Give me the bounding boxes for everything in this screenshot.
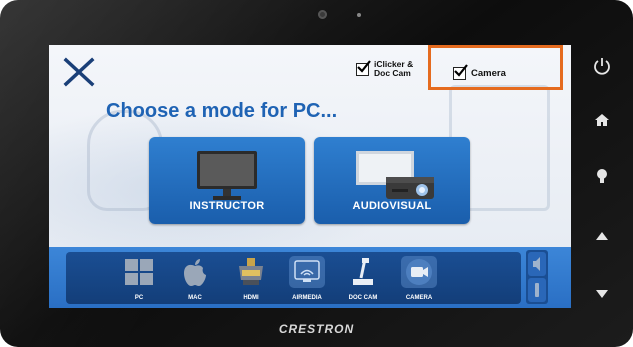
- source-list: PC MAC HDMI AIRMEDIA DOC CAM CAMERA: [66, 252, 521, 304]
- instructor-mode-button[interactable]: INSTRUCTOR: [149, 137, 305, 224]
- source-doc-cam-button[interactable]: DOC CAM: [340, 252, 386, 304]
- video-camera-icon: [401, 256, 437, 288]
- source-hdmi-button[interactable]: HDMI: [228, 252, 274, 304]
- power-icon: [594, 58, 610, 75]
- source-camera-button[interactable]: CAMERA: [396, 252, 442, 304]
- camera-checkbox-highlight: [428, 45, 563, 90]
- mode-label: INSTRUCTOR: [189, 200, 265, 212]
- volume-down-button[interactable]: [528, 278, 546, 302]
- source-label: HDMI: [243, 295, 259, 301]
- mode-label: AUDIOVISUAL: [352, 200, 432, 212]
- apple-icon: [177, 256, 213, 288]
- volume-up-button[interactable]: [528, 252, 546, 276]
- crestron-touch-panel: iClicker & Doc Cam Camera Choose a mode …: [0, 0, 633, 347]
- arrow-down-icon: [596, 290, 608, 298]
- page-title: Choose a mode for PC...: [106, 100, 338, 122]
- projector-icon: [356, 151, 434, 199]
- source-pc-button[interactable]: PC: [116, 252, 162, 304]
- source-label: AIRMEDIA: [292, 295, 322, 301]
- lights-button[interactable]: [592, 166, 612, 186]
- source-label: PC: [134, 295, 144, 301]
- source-label: MAC: [188, 295, 202, 301]
- close-icon[interactable]: [62, 55, 96, 89]
- light-sensor: [357, 13, 361, 17]
- volume-up-icon: [533, 257, 540, 271]
- checkmark-icon: [356, 59, 371, 76]
- home-icon: [595, 114, 609, 126]
- volume-control: [526, 250, 548, 304]
- monitor-icon: [197, 151, 257, 200]
- up-button[interactable]: [592, 226, 612, 246]
- lightbulb-icon: [597, 169, 607, 183]
- source-tray: PC MAC HDMI AIRMEDIA DOC CAM CAMERA: [49, 247, 571, 308]
- arrow-up-icon: [596, 232, 608, 240]
- front-camera: [318, 10, 327, 19]
- source-label: CAMERA: [405, 295, 433, 301]
- airmedia-icon: [289, 256, 325, 288]
- volume-down-icon: [535, 283, 539, 297]
- power-button[interactable]: [592, 56, 612, 76]
- windows-icon: [121, 256, 157, 288]
- hdmi-icon: [233, 256, 269, 288]
- checkbox-label: iClicker & Doc Cam: [374, 59, 414, 78]
- down-button[interactable]: [592, 284, 612, 304]
- brand-logo: CRESTRON: [278, 322, 355, 336]
- source-airmedia-button[interactable]: AIRMEDIA: [284, 252, 330, 304]
- source-mac-button[interactable]: MAC: [172, 252, 218, 304]
- iclicker-doc-cam-checkbox[interactable]: iClicker & Doc Cam: [356, 60, 414, 78]
- audiovisual-mode-button[interactable]: AUDIOVISUAL: [314, 137, 470, 224]
- doc-cam-icon: [345, 256, 381, 288]
- home-button[interactable]: [592, 110, 612, 130]
- source-label: DOC CAM: [348, 295, 378, 301]
